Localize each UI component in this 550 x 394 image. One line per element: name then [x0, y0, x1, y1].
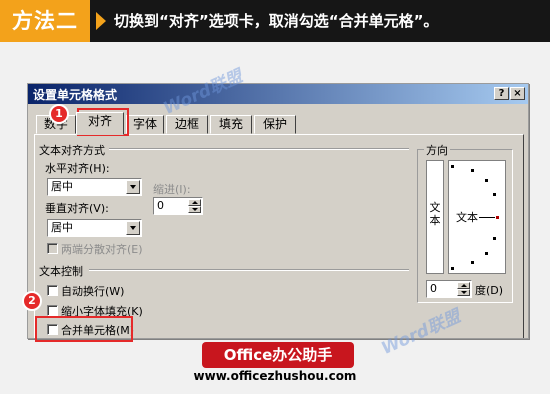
distributed-checkbox[interactable]	[47, 243, 58, 254]
text-alignment-section-label: 文本对齐方式	[39, 144, 105, 157]
dial-pointer[interactable]	[496, 216, 499, 219]
brand-badge: Office办公助手	[202, 342, 354, 368]
vertical-align-value: 居中	[51, 221, 73, 234]
vertical-text-orientation[interactable]: 文本	[426, 160, 444, 274]
wrap-text-label: 自动换行(W)	[61, 285, 125, 298]
arrow-icon	[96, 12, 106, 30]
tab-font[interactable]: 字体	[126, 115, 164, 134]
instruction-text: 切换到“对齐”选项卡，取消勾选“合并单元格”。	[114, 12, 439, 30]
horizontal-text-sample: 文本	[456, 211, 478, 224]
degrees-value: 0	[430, 282, 437, 295]
degrees-stepper[interactable]: 0	[426, 280, 472, 298]
vertical-align-select[interactable]: 居中	[47, 219, 142, 237]
tab-fill[interactable]: 填充	[210, 115, 252, 134]
instruction-banner: 方法二 切换到“对齐”选项卡，取消勾选“合并单元格”。	[0, 0, 550, 42]
step-badge-2: 2	[22, 291, 42, 311]
orientation-section-label: 方向	[424, 142, 450, 158]
indent-stepper[interactable]: 0	[153, 197, 203, 215]
dial-tick	[493, 237, 496, 240]
method-tag: 方法二	[0, 0, 90, 42]
horizontal-align-value: 居中	[51, 180, 73, 193]
wrap-text-checkbox[interactable]	[47, 285, 58, 296]
dial-tick	[471, 261, 474, 264]
site-url: www.officezhushou.com	[193, 369, 357, 383]
distributed-label: 两端分散对齐(E)	[61, 243, 143, 256]
format-cells-dialog: 设置单元格格式 ? × 数字 对齐 字体 边框 填充 保护 文本对齐方式 水平对…	[27, 83, 529, 339]
dial-tick	[485, 179, 488, 182]
step-badge-1: 1	[49, 104, 69, 124]
dial-tick	[485, 252, 488, 255]
chevron-down-icon[interactable]	[126, 221, 140, 235]
section-divider	[109, 148, 409, 150]
vertical-text-sample: 文本	[429, 201, 441, 227]
dialog-titlebar: 设置单元格格式 ? ×	[28, 84, 528, 104]
close-button[interactable]: ×	[510, 87, 525, 100]
shrink-to-fit-checkbox[interactable]	[47, 305, 58, 316]
text-control-section-label: 文本控制	[39, 265, 83, 278]
horizontal-align-select[interactable]: 居中	[47, 178, 142, 196]
orientation-group: 方向 文本 文本 0 度(D)	[417, 142, 513, 303]
tab-border[interactable]: 边框	[166, 115, 208, 134]
degrees-unit-label: 度(D)	[475, 284, 504, 297]
dial-tick	[451, 267, 454, 270]
orientation-dial[interactable]: 文本	[448, 160, 506, 274]
spin-up-icon[interactable]	[457, 282, 470, 289]
vertical-align-label: 垂直对齐(V):	[45, 202, 109, 215]
chevron-down-icon[interactable]	[126, 180, 140, 194]
spin-down-icon[interactable]	[188, 206, 201, 213]
tab-protection[interactable]: 保护	[254, 115, 296, 134]
merge-cells-highlight	[35, 316, 133, 342]
dialog-title: 设置单元格格式	[33, 88, 118, 102]
dial-tick	[471, 169, 474, 172]
section-divider	[89, 269, 409, 271]
help-button[interactable]: ?	[494, 87, 509, 100]
spin-up-icon[interactable]	[188, 199, 201, 206]
tab-alignment[interactable]: 对齐	[76, 112, 124, 135]
spin-down-icon[interactable]	[457, 289, 470, 296]
indent-value: 0	[157, 199, 164, 212]
dial-tick	[493, 193, 496, 196]
horizontal-align-label: 水平对齐(H):	[45, 162, 110, 175]
dial-tick	[451, 165, 454, 168]
indent-label: 缩进(I):	[153, 183, 191, 196]
